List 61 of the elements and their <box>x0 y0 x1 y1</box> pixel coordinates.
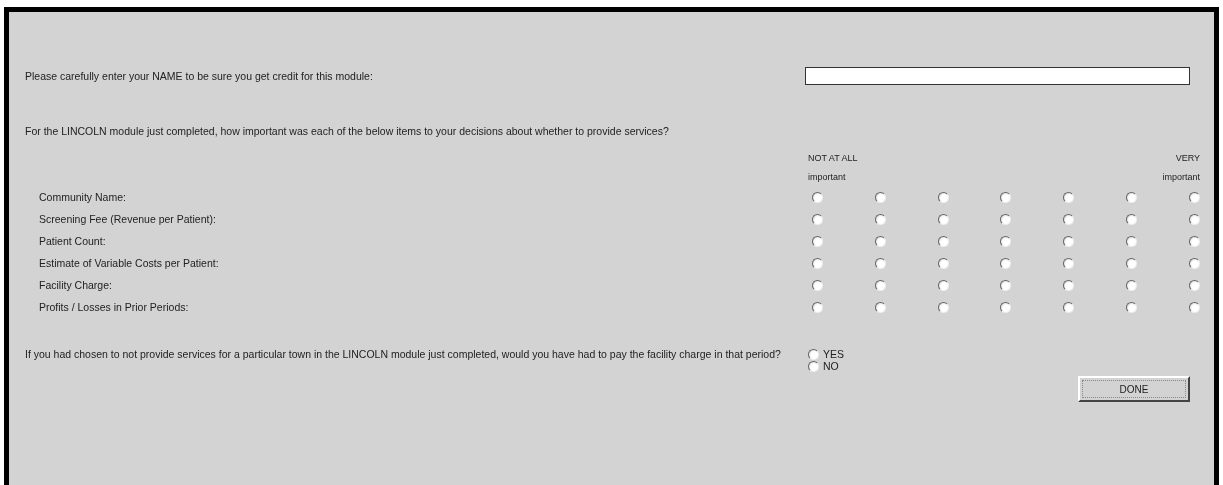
radio-button[interactable] <box>1189 191 1200 203</box>
radio-button[interactable] <box>1000 191 1012 203</box>
item-label: Estimate of Variable Costs per Patient: <box>38 257 220 269</box>
radio-button[interactable] <box>937 257 949 269</box>
radio-button[interactable] <box>1126 191 1138 203</box>
radio-button[interactable] <box>1063 257 1075 269</box>
radio-button[interactable] <box>874 213 886 225</box>
radio-button[interactable] <box>808 360 819 372</box>
radio-button[interactable] <box>1126 279 1138 291</box>
item-label: Patient Count: <box>38 235 107 247</box>
item-label: Profits / Losses in Prior Periods: <box>38 301 190 313</box>
radio-button[interactable] <box>1000 279 1012 291</box>
item-label: Facility Charge: <box>38 279 113 291</box>
radio-button[interactable] <box>1063 213 1075 225</box>
radio-button[interactable] <box>1189 213 1200 225</box>
done-button[interactable]: DONE <box>1078 376 1190 402</box>
radio-button[interactable] <box>1189 257 1200 269</box>
item-label: Community Name: <box>38 191 127 203</box>
option-label: NO <box>823 360 839 372</box>
name-prompt: Please carefully enter your NAME to be sure you get credit for this module: <box>25 70 374 82</box>
radio-button[interactable] <box>1000 235 1012 247</box>
radio-button[interactable] <box>937 279 949 291</box>
radio-button[interactable] <box>1000 257 1012 269</box>
radio-button[interactable] <box>812 213 823 225</box>
scale-high-label: important <box>1162 171 1200 182</box>
radio-button[interactable] <box>812 257 823 269</box>
radio-button[interactable] <box>1126 257 1138 269</box>
radio-button[interactable] <box>937 301 949 313</box>
radio-button[interactable] <box>1189 279 1200 291</box>
radio-button[interactable] <box>1000 301 1012 313</box>
scale-low-label: NOT AT ALL <box>808 152 858 163</box>
radio-button[interactable] <box>1126 235 1138 247</box>
scale-high-label: VERY <box>1175 152 1200 163</box>
scale-low-label: important <box>808 171 846 182</box>
radio-button[interactable] <box>874 191 886 203</box>
name-input-field[interactable] <box>804 67 1190 85</box>
radio-button[interactable] <box>1189 301 1200 313</box>
radio-button[interactable] <box>812 301 823 313</box>
radio-button[interactable] <box>937 213 949 225</box>
radio-button[interactable] <box>874 235 886 247</box>
radio-button[interactable] <box>1000 213 1012 225</box>
item-label: Screening Fee (Revenue per Patient): <box>38 213 217 225</box>
option-label: YES <box>823 348 844 360</box>
facility-question: If you had chosen to not provide services for a particular town in the LINCOLN module just completed, would you have had to pay the facility charge in that period? <box>25 348 782 360</box>
radio-button[interactable] <box>1063 235 1075 247</box>
radio-button[interactable] <box>1063 301 1075 313</box>
radio-button[interactable] <box>812 191 823 203</box>
radio-button[interactable] <box>1063 279 1075 291</box>
radio-button[interactable] <box>1126 301 1138 313</box>
radio-button[interactable] <box>937 235 949 247</box>
radio-button[interactable] <box>874 257 886 269</box>
radio-button[interactable] <box>1189 235 1200 247</box>
radio-button[interactable] <box>812 235 823 247</box>
radio-button[interactable] <box>1126 213 1138 225</box>
radio-button[interactable] <box>874 279 886 291</box>
radio-button[interactable] <box>808 348 819 360</box>
radio-button[interactable] <box>874 301 886 313</box>
importance-question: For the LINCOLN module just completed, how important was each of the below items to your decisions about whether to provide services? <box>25 125 670 137</box>
radio-button[interactable] <box>1063 191 1075 203</box>
radio-button[interactable] <box>937 191 949 203</box>
radio-button[interactable] <box>812 279 823 291</box>
